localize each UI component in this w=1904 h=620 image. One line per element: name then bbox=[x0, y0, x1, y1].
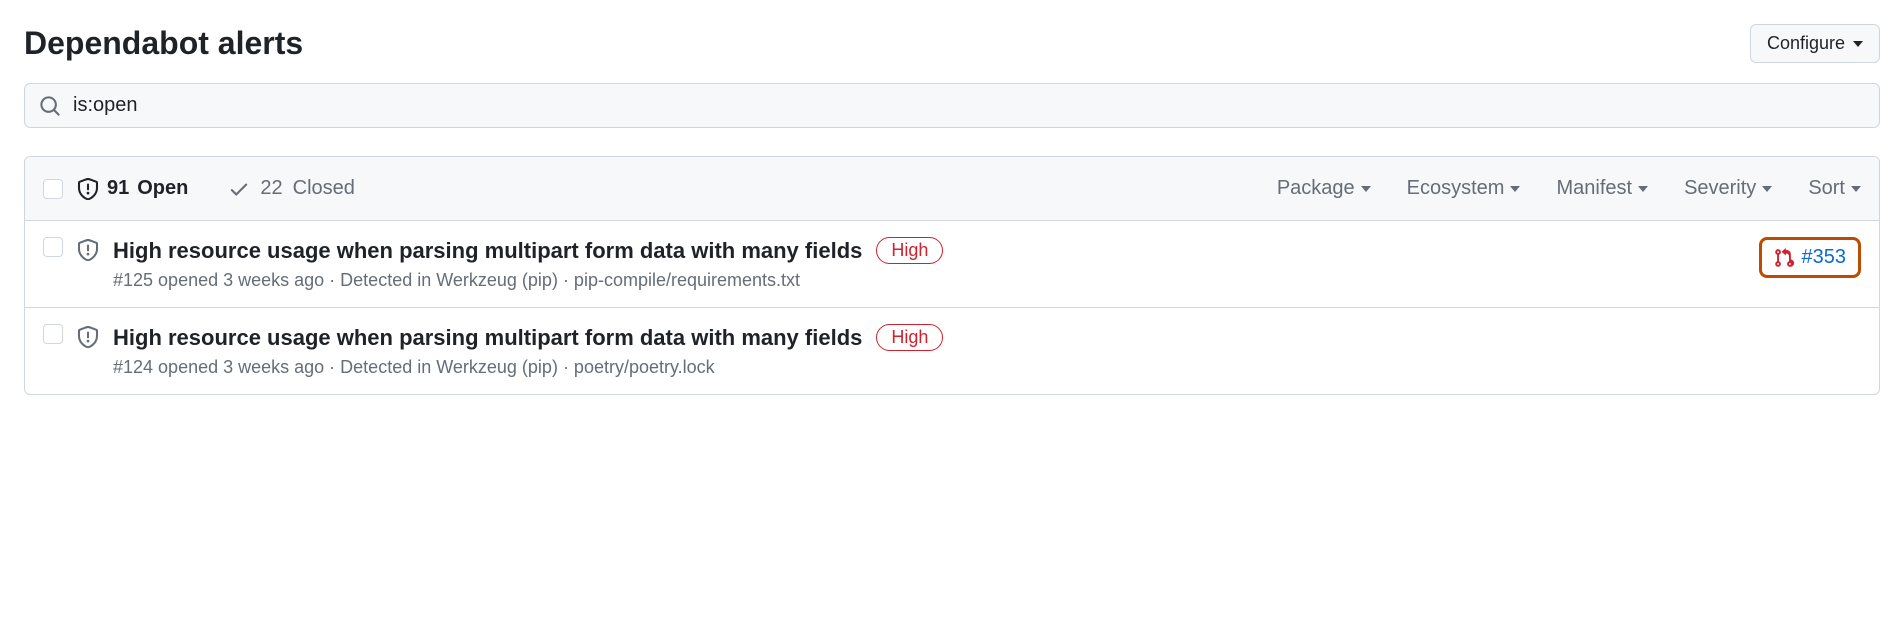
search-icon bbox=[39, 95, 61, 117]
shield-alert-icon bbox=[77, 178, 99, 200]
closed-label: Closed bbox=[293, 177, 355, 200]
configure-button[interactable]: Configure bbox=[1750, 24, 1880, 63]
pr-number: #353 bbox=[1802, 246, 1847, 269]
list-toolbar: 91 Open 22 Closed Package Ecosystem Man bbox=[25, 157, 1879, 221]
pull-request-link[interactable]: #353 bbox=[1759, 237, 1862, 278]
search-input[interactable] bbox=[73, 94, 1865, 117]
caret-down-icon bbox=[1638, 186, 1648, 192]
ecosystem-filter[interactable]: Ecosystem bbox=[1407, 177, 1521, 200]
alert-checkbox[interactable] bbox=[43, 324, 63, 344]
search-bar[interactable] bbox=[24, 83, 1880, 128]
manifest-filter[interactable]: Manifest bbox=[1556, 177, 1648, 200]
alert-title-link[interactable]: High resource usage when parsing multipa… bbox=[113, 238, 862, 264]
page-title: Dependabot alerts bbox=[24, 25, 303, 62]
select-all-checkbox[interactable] bbox=[43, 179, 63, 199]
alert-checkbox[interactable] bbox=[43, 237, 63, 257]
alert-row: High resource usage when parsing multipa… bbox=[25, 308, 1879, 394]
severity-badge: High bbox=[876, 324, 943, 351]
alert-title-link[interactable]: High resource usage when parsing multipa… bbox=[113, 325, 862, 351]
caret-down-icon bbox=[1853, 41, 1863, 47]
configure-label: Configure bbox=[1767, 33, 1845, 54]
alert-row: High resource usage when parsing multipa… bbox=[25, 221, 1879, 308]
alerts-list: 91 Open 22 Closed Package Ecosystem Man bbox=[24, 156, 1880, 395]
alert-meta: #124 opened 3 weeks ago · Detected in We… bbox=[113, 357, 1861, 378]
shield-alert-icon bbox=[77, 326, 99, 348]
open-label: Open bbox=[137, 177, 188, 200]
pull-request-icon bbox=[1774, 248, 1794, 268]
caret-down-icon bbox=[1851, 186, 1861, 192]
caret-down-icon bbox=[1762, 186, 1772, 192]
closed-count: 22 bbox=[260, 177, 282, 200]
open-count: 91 bbox=[107, 177, 129, 200]
shield-alert-icon bbox=[77, 239, 99, 261]
closed-filter[interactable]: 22 Closed bbox=[228, 177, 355, 200]
check-icon bbox=[228, 178, 250, 200]
alert-meta: #125 opened 3 weeks ago · Detected in We… bbox=[113, 270, 1745, 291]
severity-badge: High bbox=[876, 237, 943, 264]
caret-down-icon bbox=[1361, 186, 1371, 192]
open-filter[interactable]: 91 Open bbox=[77, 177, 188, 200]
caret-down-icon bbox=[1510, 186, 1520, 192]
package-filter[interactable]: Package bbox=[1277, 177, 1371, 200]
severity-filter[interactable]: Severity bbox=[1684, 177, 1772, 200]
sort-filter[interactable]: Sort bbox=[1808, 177, 1861, 200]
